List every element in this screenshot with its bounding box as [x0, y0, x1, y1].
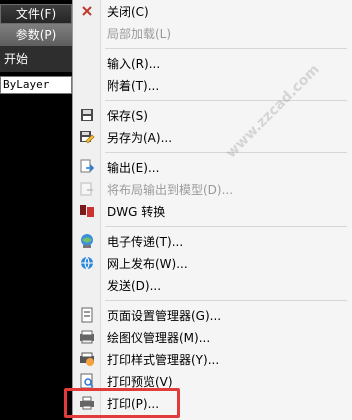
menu-item-label: 电子传递(T)... [107, 234, 184, 249]
menu-item-label: 打印样式管理器(Y)... [107, 352, 220, 367]
menu-item-label: 打印预览(V) [107, 374, 173, 389]
menu-item-label: 保存(S) [107, 108, 148, 123]
file-dropdown-menu: 关闭(C) 局部加载(L) 输入(R)... 附着(T)... 保存(S) 另存… [72, 0, 352, 420]
save-as-icon [73, 126, 101, 148]
menu-item-label: 页面设置管理器(G)... [107, 308, 222, 323]
menu-item-etransmit[interactable]: 电子传递(T)... [73, 230, 352, 252]
no-icon [73, 52, 101, 74]
menu-separator [105, 300, 347, 301]
menu-item-label: 发送(D)... [107, 278, 162, 293]
start-tab[interactable]: 开始 [0, 46, 72, 72]
print-highlight-box [64, 388, 180, 418]
page-setup-icon [73, 304, 101, 326]
no-icon [73, 74, 101, 96]
menu-item-label: 另存为(A)... [107, 130, 173, 145]
menu-item-label: DWG 转换 [107, 204, 166, 219]
plotter-manager-icon [73, 326, 101, 348]
dwg-convert-icon [73, 200, 101, 222]
menu-item-page-setup[interactable]: 页面设置管理器(G)... [73, 304, 352, 326]
save-icon [73, 104, 101, 126]
menu-item-publish-web[interactable]: 网上发布(W)... [73, 252, 352, 274]
cad-left-panel: 文件(F) 参数(P) 开始 ByLayer [0, 0, 72, 420]
menu-item-label: 输出(E)... [107, 160, 160, 175]
drawing-area[interactable] [0, 94, 72, 420]
menu-item-label: 网上发布(W)... [107, 256, 188, 271]
file-menu-button[interactable]: 文件(F) [0, 4, 72, 24]
no-icon [73, 22, 101, 44]
menu-item-label: 局部加载(L) [107, 26, 172, 41]
params-menu[interactable]: 参数(P) [0, 24, 72, 46]
menu-item-label: 附着(T)... [107, 78, 160, 93]
menu-separator [105, 48, 347, 49]
menu-item-partial-load: 局部加载(L) [73, 22, 352, 44]
menu-item-label: 关闭(C) [107, 4, 149, 19]
menu-item-close[interactable]: 关闭(C) [73, 0, 352, 22]
plot-style-icon [73, 348, 101, 370]
export-icon [73, 156, 101, 178]
etransmit-icon [73, 230, 101, 252]
menu-item-label: 输入(R)... [107, 56, 161, 71]
no-icon [73, 274, 101, 296]
menu-item-dwg-convert[interactable]: DWG 转换 [73, 200, 352, 222]
menu-item-plot-style-manager[interactable]: 打印样式管理器(Y)... [73, 348, 352, 370]
menu-item-plotter-manager[interactable]: 绘图仪管理器(M)... [73, 326, 352, 348]
menu-separator [105, 226, 347, 227]
menu-item-label: 将布局输出到模型(D)... [107, 182, 234, 197]
menu-item-send[interactable]: 发送(D)... [73, 274, 352, 296]
layer-combo[interactable]: ByLayer [0, 76, 72, 94]
publish-web-icon [73, 252, 101, 274]
layout-export-icon [73, 178, 101, 200]
close-x-icon [73, 0, 101, 22]
menu-item-label: 绘图仪管理器(M)... [107, 330, 211, 345]
